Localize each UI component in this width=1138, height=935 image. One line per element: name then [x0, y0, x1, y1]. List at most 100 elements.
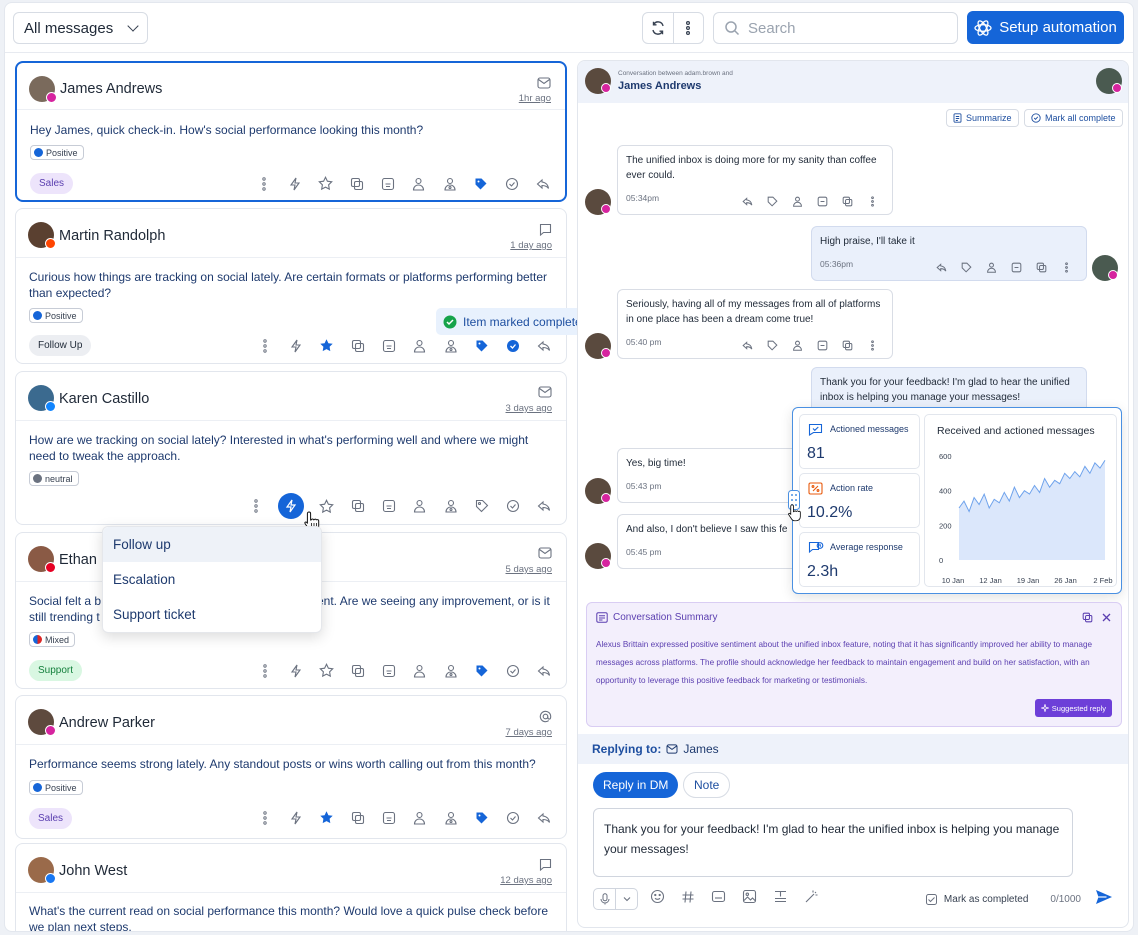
star-icon[interactable]: [318, 662, 335, 679]
reply-icon[interactable]: [741, 195, 753, 207]
checkbox-icon[interactable]: [925, 893, 937, 905]
lightning-icon[interactable]: [286, 175, 303, 192]
search-box[interactable]: [713, 12, 958, 44]
star-icon[interactable]: [317, 175, 334, 192]
more-vertical-icon[interactable]: [256, 662, 273, 679]
inbox-icon[interactable]: [816, 339, 828, 351]
magic-wand-icon[interactable]: [804, 889, 819, 909]
lightning-icon[interactable]: [287, 337, 304, 354]
summarize-button[interactable]: Summarize: [946, 109, 1019, 127]
template-icon[interactable]: [711, 889, 726, 909]
user-icon[interactable]: [985, 261, 997, 273]
tag-icon[interactable]: [473, 809, 490, 826]
menu-item-escalation[interactable]: Escalation: [103, 562, 321, 597]
reply-icon[interactable]: [535, 337, 552, 354]
reply-icon[interactable]: [535, 498, 552, 515]
user-icon[interactable]: [411, 809, 428, 826]
assign-user-icon[interactable]: [442, 662, 459, 679]
more-vertical-icon[interactable]: [256, 809, 273, 826]
user-icon[interactable]: [411, 337, 428, 354]
message-filter-select[interactable]: All messages: [13, 12, 148, 44]
tag-icon[interactable]: [472, 175, 489, 192]
tag-icon[interactable]: [766, 195, 778, 207]
tag-badge[interactable]: Support: [29, 660, 83, 681]
check-circle-icon[interactable]: [503, 175, 520, 192]
copy-icon[interactable]: [348, 175, 365, 192]
tag-icon[interactable]: [473, 337, 490, 354]
copy-icon[interactable]: [841, 339, 853, 351]
tag-icon[interactable]: [473, 498, 490, 515]
assign-user-icon[interactable]: [442, 337, 459, 354]
tag-icon[interactable]: [766, 339, 778, 351]
inbox-icon[interactable]: [380, 809, 397, 826]
user-icon[interactable]: [411, 498, 428, 515]
lightning-icon[interactable]: [287, 809, 304, 826]
inbox-icon[interactable]: [380, 498, 397, 515]
tab-reply-in-dm[interactable]: Reply in DM: [593, 772, 679, 798]
reply-icon[interactable]: [741, 339, 753, 351]
voice-select[interactable]: [593, 888, 638, 910]
message-card-andrew-parker[interactable]: Andrew Parker 7 days ago Performance see…: [15, 695, 567, 839]
user-icon[interactable]: [791, 339, 803, 351]
suggested-reply-button[interactable]: Suggested reply: [1034, 699, 1112, 717]
reply-icon[interactable]: [535, 662, 552, 679]
more-vertical-icon[interactable]: [866, 339, 878, 351]
inbox-icon[interactable]: [1010, 261, 1022, 273]
more-vertical-icon[interactable]: [1060, 261, 1072, 273]
more-vertical-icon[interactable]: [672, 13, 704, 43]
hashtag-icon[interactable]: [681, 890, 695, 909]
microphone-icon[interactable]: [594, 889, 615, 909]
assign-user-icon[interactable]: [441, 175, 458, 192]
copy-icon[interactable]: [1035, 261, 1047, 273]
image-icon[interactable]: [742, 889, 757, 909]
check-circle-icon[interactable]: [504, 498, 521, 515]
star-icon[interactable]: [318, 337, 335, 354]
chevron-down-icon[interactable]: [615, 889, 637, 909]
send-icon[interactable]: [1095, 889, 1113, 910]
refresh-icon[interactable]: [643, 13, 673, 43]
inbox-icon[interactable]: [380, 662, 397, 679]
message-card-karen-castillo[interactable]: Karen Castillo 3 days ago How are we tra…: [15, 371, 567, 532]
search-input[interactable]: [748, 19, 938, 37]
inbox-icon[interactable]: [816, 195, 828, 207]
more-vertical-icon[interactable]: [255, 175, 272, 192]
copy-icon[interactable]: [349, 662, 366, 679]
mark-completed-option[interactable]: Mark as completed: [925, 893, 1028, 905]
tag-icon[interactable]: [960, 261, 972, 273]
more-vertical-icon[interactable]: [247, 498, 264, 515]
mark-all-complete-button[interactable]: Mark all complete: [1024, 109, 1123, 127]
reply-textarea[interactable]: Thank you for your feedback! I'm glad to…: [593, 808, 1073, 877]
assign-user-icon[interactable]: [442, 498, 459, 515]
close-icon[interactable]: [1102, 613, 1111, 622]
star-icon[interactable]: [318, 809, 335, 826]
inbox-icon[interactable]: [379, 175, 396, 192]
menu-item-follow-up[interactable]: Follow up: [103, 527, 321, 562]
user-icon[interactable]: [411, 662, 428, 679]
lightning-icon[interactable]: [278, 493, 304, 519]
copy-icon[interactable]: [349, 337, 366, 354]
check-circle-icon[interactable]: [504, 337, 521, 354]
copy-icon[interactable]: [349, 498, 366, 515]
reply-icon[interactable]: [535, 809, 552, 826]
text-format-icon[interactable]: [773, 889, 788, 909]
copy-icon[interactable]: [1082, 612, 1093, 623]
user-icon[interactable]: [410, 175, 427, 192]
copy-icon[interactable]: [349, 809, 366, 826]
emoji-icon[interactable]: [650, 889, 665, 909]
tag-icon[interactable]: [473, 662, 490, 679]
lightning-icon[interactable]: [287, 662, 304, 679]
menu-item-support-ticket[interactable]: Support ticket: [103, 597, 321, 632]
message-card-james-andrews[interactable]: James Andrews 1hr ago Hey James, quick c…: [15, 61, 567, 202]
tag-badge[interactable]: Sales: [30, 173, 74, 194]
tag-badge[interactable]: Follow Up: [29, 335, 92, 356]
setup-automation-button[interactable]: Setup automation: [967, 11, 1124, 44]
inbox-icon[interactable]: [380, 337, 397, 354]
reply-icon[interactable]: [935, 261, 947, 273]
message-card-martin-randolph[interactable]: Martin Randolph 1 day ago Curious how th…: [15, 208, 567, 364]
message-card-john-west[interactable]: John West 12 days ago What's the current…: [15, 843, 567, 931]
more-vertical-icon[interactable]: [866, 195, 878, 207]
tag-badge[interactable]: Sales: [29, 808, 73, 829]
copy-icon[interactable]: [841, 195, 853, 207]
check-circle-icon[interactable]: [504, 809, 521, 826]
user-icon[interactable]: [791, 195, 803, 207]
